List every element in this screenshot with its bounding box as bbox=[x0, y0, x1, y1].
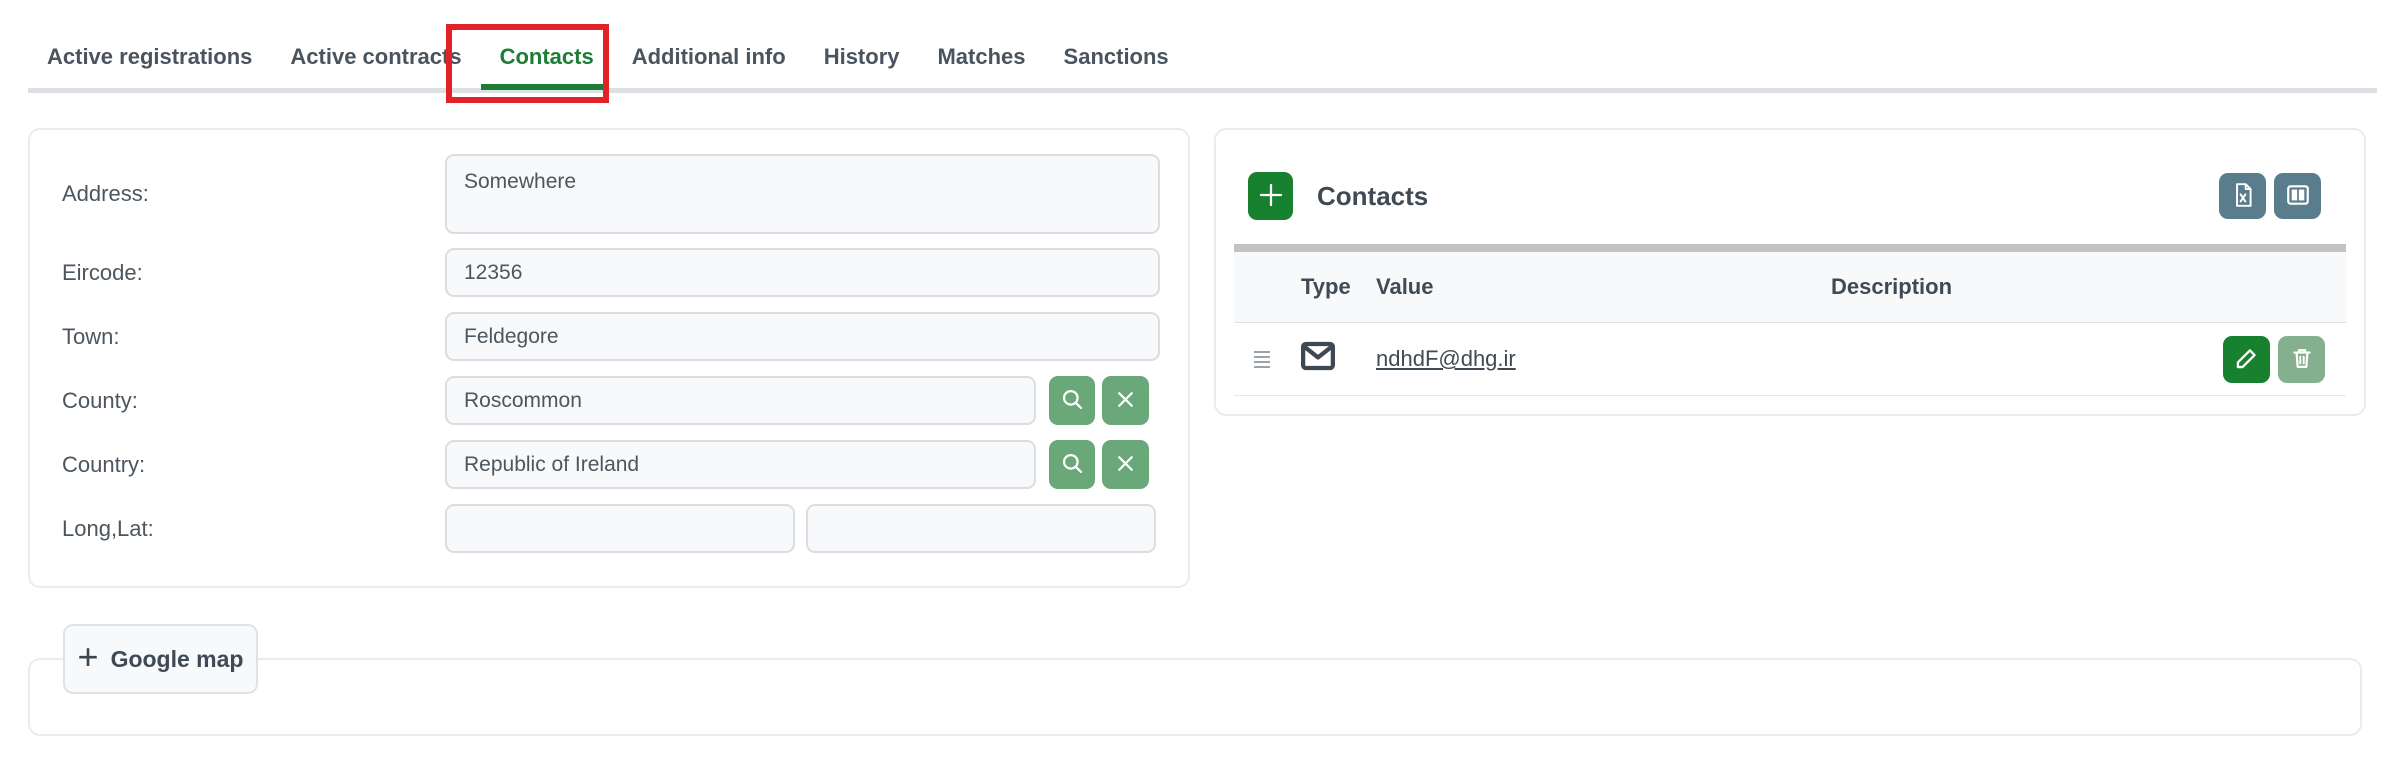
table-columns-icon bbox=[2285, 182, 2311, 211]
google-map-button[interactable]: + Google map bbox=[63, 624, 258, 694]
latitude-input[interactable] bbox=[806, 504, 1156, 553]
town-label: Town: bbox=[62, 324, 445, 350]
country-input[interactable] bbox=[445, 440, 1036, 489]
longitude-input[interactable] bbox=[445, 504, 795, 553]
add-contact-button[interactable] bbox=[1248, 172, 1293, 220]
contacts-table: Type Value Description ndhdF@dhg.ir bbox=[1234, 244, 2346, 396]
search-icon bbox=[1059, 386, 1086, 416]
tab-label: Active registrations bbox=[47, 44, 252, 70]
address-input[interactable]: Somewhere bbox=[445, 154, 1160, 234]
tab-contacts[interactable]: Contacts bbox=[481, 26, 613, 88]
close-icon bbox=[1113, 387, 1138, 415]
row-actions bbox=[2223, 336, 2325, 383]
county-search-button[interactable] bbox=[1049, 376, 1095, 425]
address-row: Address: Somewhere bbox=[62, 154, 1160, 234]
tab-sanctions[interactable]: Sanctions bbox=[1045, 26, 1188, 88]
tab-label: History bbox=[824, 44, 900, 70]
tab-matches[interactable]: Matches bbox=[918, 26, 1044, 88]
choose-columns-button[interactable] bbox=[2274, 173, 2321, 219]
envelope-icon bbox=[1301, 351, 1335, 376]
country-search-button[interactable] bbox=[1049, 440, 1095, 489]
eircode-row: Eircode: bbox=[62, 248, 1160, 297]
plus-icon bbox=[1256, 180, 1286, 213]
contact-email-link[interactable]: ndhdF@dhg.ir bbox=[1376, 346, 1516, 371]
excel-file-icon bbox=[2230, 182, 2256, 211]
contacts-header: Contacts bbox=[1248, 172, 2321, 220]
longlat-label: Long,Lat: bbox=[62, 516, 445, 542]
tab-label: Additional info bbox=[632, 44, 786, 70]
eircode-label: Eircode: bbox=[62, 260, 445, 286]
edit-contact-button[interactable] bbox=[2223, 336, 2270, 383]
tab-label: Matches bbox=[937, 44, 1025, 70]
tab-bar: Active registrations Active contracts Co… bbox=[28, 26, 1188, 88]
town-input[interactable] bbox=[445, 312, 1160, 361]
contacts-panel-title: Contacts bbox=[1317, 181, 1428, 212]
description-column-header: Description bbox=[1821, 274, 2346, 300]
county-input[interactable] bbox=[445, 376, 1036, 425]
google-map-container bbox=[28, 658, 2362, 736]
tab-bar-divider bbox=[28, 88, 2377, 93]
plus-icon: + bbox=[78, 639, 99, 675]
address-form-card: Address: Somewhere Eircode: Town: County… bbox=[28, 128, 1190, 588]
tab-additional-info[interactable]: Additional info bbox=[613, 26, 805, 88]
country-row: Country: bbox=[62, 440, 1160, 489]
drag-handle-icon[interactable] bbox=[1254, 351, 1270, 368]
delete-contact-button[interactable] bbox=[2278, 336, 2325, 383]
google-map-button-label: Google map bbox=[111, 646, 244, 673]
longlat-row: Long,Lat: bbox=[62, 504, 1160, 553]
tab-active-contracts[interactable]: Active contracts bbox=[271, 26, 480, 88]
tab-history[interactable]: History bbox=[805, 26, 919, 88]
tab-active-registrations[interactable]: Active registrations bbox=[28, 26, 271, 88]
table-header-row: Type Value Description bbox=[1234, 252, 2346, 323]
county-clear-button[interactable] bbox=[1102, 376, 1149, 425]
country-clear-button[interactable] bbox=[1102, 440, 1149, 489]
table-horizontal-scrollbar[interactable] bbox=[1234, 244, 2346, 252]
tab-label: Active contracts bbox=[290, 44, 461, 70]
country-label: Country: bbox=[62, 452, 445, 478]
pencil-icon bbox=[2233, 344, 2261, 375]
eircode-input[interactable] bbox=[445, 248, 1160, 297]
contact-table-row: ndhdF@dhg.ir bbox=[1234, 323, 2346, 396]
value-column-header: Value bbox=[1366, 274, 1821, 300]
trash-icon bbox=[2289, 345, 2315, 374]
tab-label: Contacts bbox=[500, 44, 594, 70]
close-icon bbox=[1113, 451, 1138, 479]
county-row: County: bbox=[62, 376, 1160, 425]
county-label: County: bbox=[62, 388, 445, 414]
tab-label: Sanctions bbox=[1064, 44, 1169, 70]
search-icon bbox=[1059, 450, 1086, 480]
type-column-header: Type bbox=[1290, 274, 1366, 300]
address-label: Address: bbox=[62, 181, 445, 207]
town-row: Town: bbox=[62, 312, 1160, 361]
export-excel-button[interactable] bbox=[2219, 173, 2266, 219]
contacts-card: Contacts Type Value Description bbox=[1214, 128, 2366, 416]
